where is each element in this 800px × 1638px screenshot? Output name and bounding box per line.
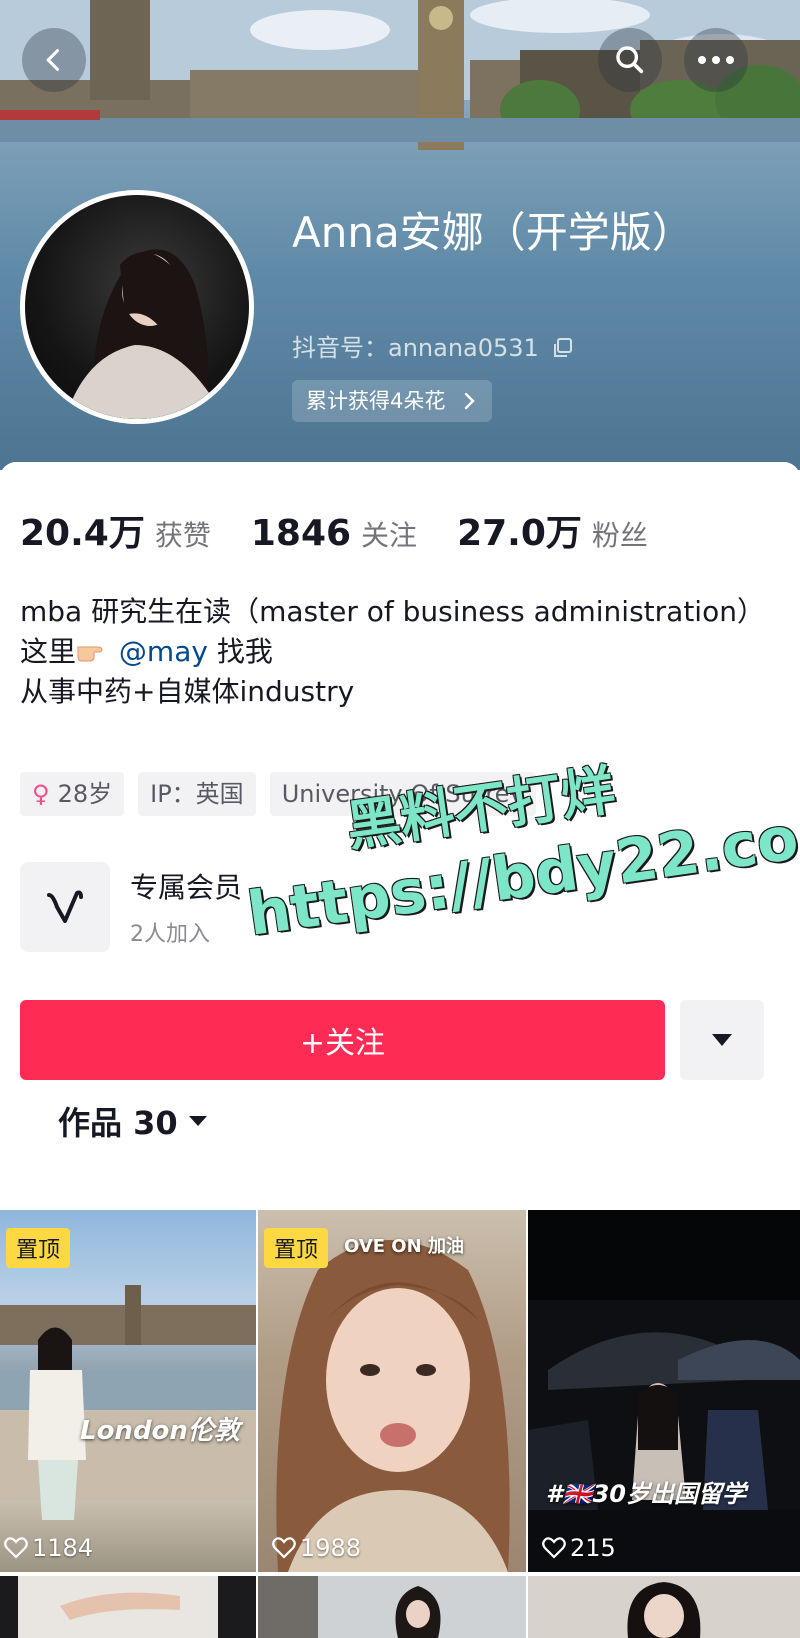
search-icon <box>616 46 644 74</box>
stat-following-label: 关注 <box>361 519 418 552</box>
tag-age-text: 28岁 <box>57 780 113 808</box>
avatar[interactable] <box>20 190 254 424</box>
bio-line-1: mba 研究生在读（master of business administrat… <box>20 595 765 628</box>
stat-likes-label: 获赞 <box>154 519 211 552</box>
profile-tags: ♀ 28岁 IP：英国 University Of Surrey <box>20 772 550 816</box>
stat-followers-label: 粉丝 <box>591 519 648 552</box>
video-5-thumbnail <box>258 1576 441 1638</box>
tab-works[interactable]: 作品 30 <box>58 1098 208 1144</box>
heart-icon <box>272 1537 296 1559</box>
video-3-thumbnail <box>528 1210 800 1572</box>
bio-line-3: 从事中药+自媒体industry <box>20 675 355 708</box>
heart-icon <box>542 1537 566 1559</box>
mention-link[interactable]: @may <box>119 635 208 668</box>
video-tile-6[interactable] <box>528 1576 800 1638</box>
video-tile-1[interactable]: 置顶 London伦敦 1184 <box>0 1210 256 1572</box>
bio-line-2: 这里 @may 找我 <box>20 632 780 672</box>
video-tile-3[interactable]: #🇬🇧30岁出国留学 215 <box>528 1210 800 1572</box>
search-button[interactable] <box>598 28 662 92</box>
video-2-like-count: 1988 <box>300 1534 362 1562</box>
video-6-thumbnail <box>627 1582 701 1638</box>
video-3-like-count: 215 <box>570 1534 616 1562</box>
member-subtitle: 2人加入 <box>130 922 210 947</box>
female-icon: ♀ <box>32 780 50 808</box>
video-1-likes: 1184 <box>4 1534 93 1562</box>
stat-likes[interactable]: 20.4万 获赞 <box>20 504 211 556</box>
video-grid: 置顶 London伦敦 1184 置顶 OVE ON 加油 1988 #🇬🇧30… <box>0 1210 800 1638</box>
video-3-caption: #🇬🇧30岁出国留学 <box>546 1480 746 1508</box>
tag-school[interactable]: University Of Surrey <box>269 772 536 816</box>
more-dots-icon <box>698 56 734 64</box>
video-4-thumbnail <box>18 1576 218 1638</box>
profile-bio: mba 研究生在读（master of business administrat… <box>20 592 780 712</box>
video-1-caption: London伦敦 <box>80 1416 240 1446</box>
member-entry[interactable]: 专属会员 2人加入 <box>20 862 242 952</box>
chevron-left-icon <box>46 49 60 71</box>
profile-nickname: Anna安娜（开学版） <box>292 208 694 257</box>
stat-followers[interactable]: 27.0万 粉丝 <box>457 504 648 556</box>
bio-line-2-suffix: 找我 <box>207 635 273 668</box>
stat-followers-value: 27.0万 <box>457 513 582 554</box>
profile-card: 20.4万 获赞 1846 关注 27.0万 粉丝 mba 研究生在读（mast… <box>0 462 800 1638</box>
tab-works-label: 作品 30 <box>58 1104 178 1142</box>
member-logo-icon <box>20 862 110 952</box>
more-button[interactable] <box>684 28 748 92</box>
heart-icon <box>4 1537 28 1559</box>
follow-button[interactable]: +关注 <box>20 1000 665 1080</box>
video-tile-5[interactable] <box>258 1576 526 1638</box>
bio-line-2-prefix: 这里 <box>20 635 77 668</box>
member-title: 专属会员 <box>130 871 243 904</box>
stat-likes-value: 20.4万 <box>20 513 145 554</box>
video-tile-4[interactable] <box>0 1576 256 1638</box>
flowers-text: 累计获得4朵花 <box>306 389 446 413</box>
flowers-badge[interactable]: 累计获得4朵花 <box>292 380 493 422</box>
douyin-id: 抖音号：annana0531 <box>292 328 574 363</box>
video-2-likes: 1988 <box>272 1534 361 1562</box>
tag-age: ♀ 28岁 <box>20 772 125 816</box>
stats-row: 20.4万 获赞 1846 关注 27.0万 粉丝 <box>20 504 688 556</box>
follow-dropdown-button[interactable] <box>680 1000 764 1080</box>
stat-following[interactable]: 1846 关注 <box>251 513 417 554</box>
pinned-badge: 置顶 <box>6 1228 71 1268</box>
profile-banner: Anna安娜（开学版） 抖音号：annana0531 累计获得4朵花 <box>0 0 800 470</box>
video-2-caption: OVE ON 加油 <box>344 1236 464 1257</box>
avatar-portrait <box>65 249 225 419</box>
stat-following-value: 1846 <box>250 513 352 554</box>
pinned-badge: 置顶 <box>264 1228 329 1268</box>
tag-ip: IP：英国 <box>138 772 256 816</box>
video-tile-2[interactable]: 置顶 OVE ON 加油 1988 <box>258 1210 526 1572</box>
pointing-hand-icon <box>77 646 103 662</box>
member-text: 专属会员 2人加入 <box>130 866 242 948</box>
caret-down-icon <box>188 1116 207 1126</box>
banner-skyline <box>0 0 800 150</box>
douyin-id-text: 抖音号：annana0531 <box>292 334 539 362</box>
video-3-likes: 215 <box>542 1534 616 1562</box>
back-button[interactable] <box>22 28 86 92</box>
copy-icon[interactable] <box>552 337 574 359</box>
video-1-like-count: 1184 <box>32 1534 94 1562</box>
chevron-right-icon <box>464 392 475 410</box>
caret-down-icon <box>712 1034 732 1046</box>
